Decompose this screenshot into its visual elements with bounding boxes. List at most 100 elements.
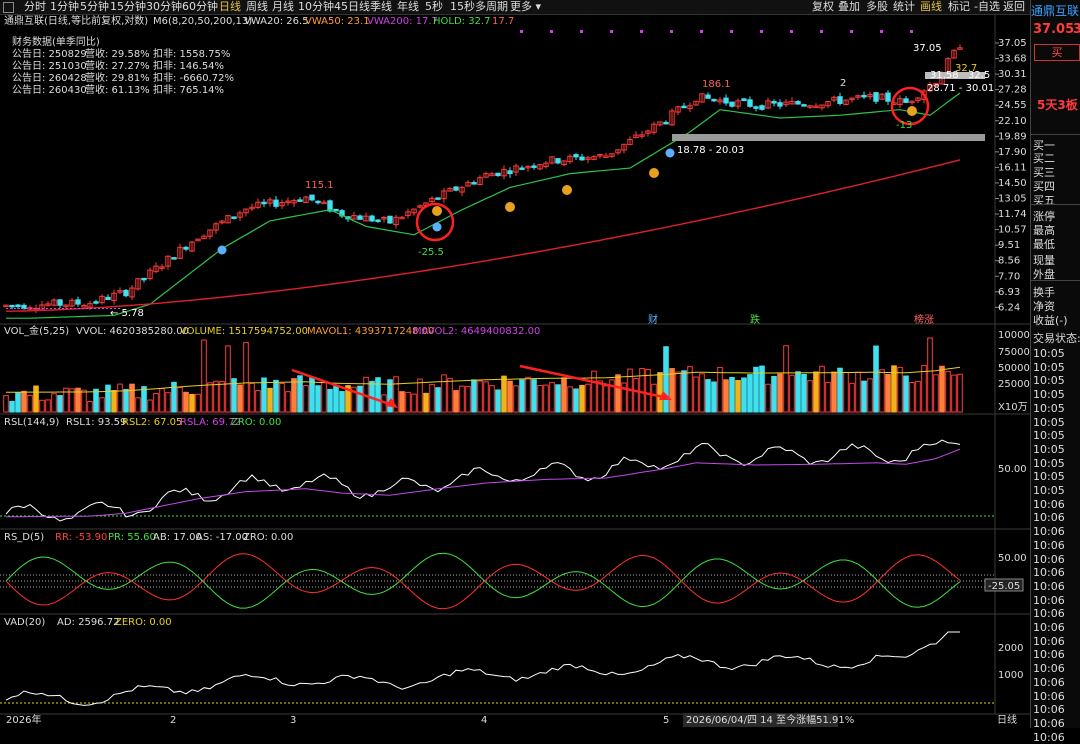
tab-period-5[interactable]: 60分钟 xyxy=(182,0,218,14)
tab-period-9[interactable]: 10分钟 xyxy=(298,0,334,14)
volume-bar xyxy=(729,376,735,413)
toolbar-button-5[interactable]: 标记 xyxy=(948,0,970,14)
candle-body xyxy=(435,197,441,200)
annotation-low-25: -25.5 xyxy=(418,247,444,258)
vad-name: VAD(20) xyxy=(4,617,45,628)
toolbar-button-4[interactable]: 画线 xyxy=(920,0,942,14)
trade-time-row: 10:05 xyxy=(1033,360,1065,374)
volume-bar xyxy=(501,375,507,413)
candle-body xyxy=(777,102,783,107)
tab-period-2[interactable]: 5分钟 xyxy=(80,0,109,14)
tab-period-6[interactable]: 日线 xyxy=(219,0,241,14)
volume-bar xyxy=(297,375,303,413)
volume-bar xyxy=(933,374,939,413)
tab-period-3[interactable]: 15分钟 xyxy=(110,0,146,14)
vad-ad-value: AD: 2596.72 xyxy=(57,617,119,628)
x-axis-label: 2026年 xyxy=(6,713,41,726)
trade-time-row: 10:06 xyxy=(1033,525,1065,539)
rsd-axis-label: 50.00 xyxy=(998,553,1027,564)
candle-body xyxy=(747,99,753,107)
volume-bar xyxy=(543,384,549,413)
tab-period-14[interactable]: 15秒 xyxy=(450,0,475,14)
quote-separator xyxy=(1031,134,1080,135)
toolbar-button-0[interactable]: 复权 xyxy=(812,0,834,14)
candle-body xyxy=(183,246,189,250)
trade-time-row: 10:06 xyxy=(1033,566,1065,580)
tab-period-4[interactable]: 30分钟 xyxy=(146,0,182,14)
tab-period-7[interactable]: 周线 xyxy=(246,0,268,14)
volume-axis-label: 75000 xyxy=(998,347,1030,358)
volume-bar xyxy=(531,379,537,413)
volume-bar xyxy=(495,389,501,413)
quote-row-7: 最低 xyxy=(1033,238,1055,251)
rsd-pr-value: PR: 55.60 xyxy=(108,532,156,543)
quote-row-12: 收益(-) xyxy=(1033,314,1068,327)
volume-bar xyxy=(705,379,711,413)
tab-period-13[interactable]: 5秒 xyxy=(425,0,443,14)
toolbar-button-2[interactable]: 多股 xyxy=(866,0,888,14)
volume-bar xyxy=(309,377,315,413)
annotation-low: ← 5.78 xyxy=(110,308,144,319)
tab-period-12[interactable]: 年线 xyxy=(397,0,419,14)
volume-bar xyxy=(273,379,279,413)
volume-bar xyxy=(327,388,333,413)
trade-time-row: 10:06 xyxy=(1033,648,1065,662)
x-axis-label: 5 xyxy=(663,715,669,726)
toolbar-button-6[interactable]: -自选 xyxy=(974,0,1000,14)
toolbar-button-7[interactable]: 返回 xyxy=(1003,0,1025,14)
tab-period-8[interactable]: 月线 xyxy=(272,0,294,14)
stock-name: 通鼎互联 xyxy=(1031,4,1080,18)
event-dot xyxy=(790,30,793,33)
vol-vvol: VVOL: 4620385280.00 xyxy=(76,326,189,337)
fin-revenue: 营收: 61.13% xyxy=(85,83,150,96)
candle-body xyxy=(801,104,807,107)
volume-bar xyxy=(795,371,801,413)
candle-body xyxy=(663,121,669,125)
volume-bar xyxy=(765,383,771,413)
volume-bar xyxy=(573,388,579,413)
candle-body xyxy=(261,201,267,205)
tab-period-15[interactable]: 多周期 xyxy=(475,0,508,14)
tab-period-1[interactable]: 1分钟 xyxy=(50,0,79,14)
price-axis-label: 33.68 xyxy=(998,54,1027,65)
volume-bar xyxy=(57,395,63,413)
candle-body xyxy=(573,154,579,158)
volume-bar xyxy=(129,383,135,413)
volume-bar xyxy=(909,381,915,413)
stock-chart[interactable]: ← 5.78 115.1 -25.5 186.1 2 18.78 - 20.03 28.71… xyxy=(0,14,1030,728)
pin-checkbox[interactable] xyxy=(3,2,14,13)
volume-bar xyxy=(753,366,759,413)
fin-date: 公告日: 251030 xyxy=(12,59,87,72)
price-axis-label: 6.24 xyxy=(998,302,1020,313)
event-dot xyxy=(580,30,583,33)
volume-bar xyxy=(567,386,573,413)
candle-body xyxy=(141,277,147,281)
volume-bar xyxy=(741,377,747,413)
tab-period-10[interactable]: 45日线 xyxy=(334,0,370,14)
signal-icon xyxy=(432,222,442,232)
price-axis-label: 10.57 xyxy=(998,225,1027,236)
volume-bar xyxy=(477,380,483,413)
volume-bar xyxy=(771,375,777,413)
toolbar-button-3[interactable]: 统计 xyxy=(893,0,915,14)
signal-icon xyxy=(649,168,659,178)
volume-bar xyxy=(879,369,885,413)
tab-period-11[interactable]: 季线 xyxy=(370,0,392,14)
candle-body xyxy=(309,194,315,201)
tab-period-0[interactable]: 分时 xyxy=(24,0,46,14)
rsd-name: RS_D(5) xyxy=(4,532,44,543)
volume-bar xyxy=(321,381,327,413)
buy-button[interactable]: 买 xyxy=(1034,44,1080,61)
rsl-axis-label: 50.00 xyxy=(998,464,1027,475)
toolbar-button-1[interactable]: 叠加 xyxy=(838,0,860,14)
volume-bar xyxy=(411,393,417,413)
candle-body xyxy=(705,94,711,99)
candle-body xyxy=(603,155,609,158)
volume-bar xyxy=(9,400,15,413)
last-price: 37.05 xyxy=(1033,22,1075,37)
volume-bar xyxy=(849,382,855,413)
volume-bar xyxy=(453,390,459,413)
event-dot xyxy=(670,30,673,33)
tab-period-16[interactable]: 更多 ▾ xyxy=(510,0,541,14)
event-dot xyxy=(910,30,913,33)
